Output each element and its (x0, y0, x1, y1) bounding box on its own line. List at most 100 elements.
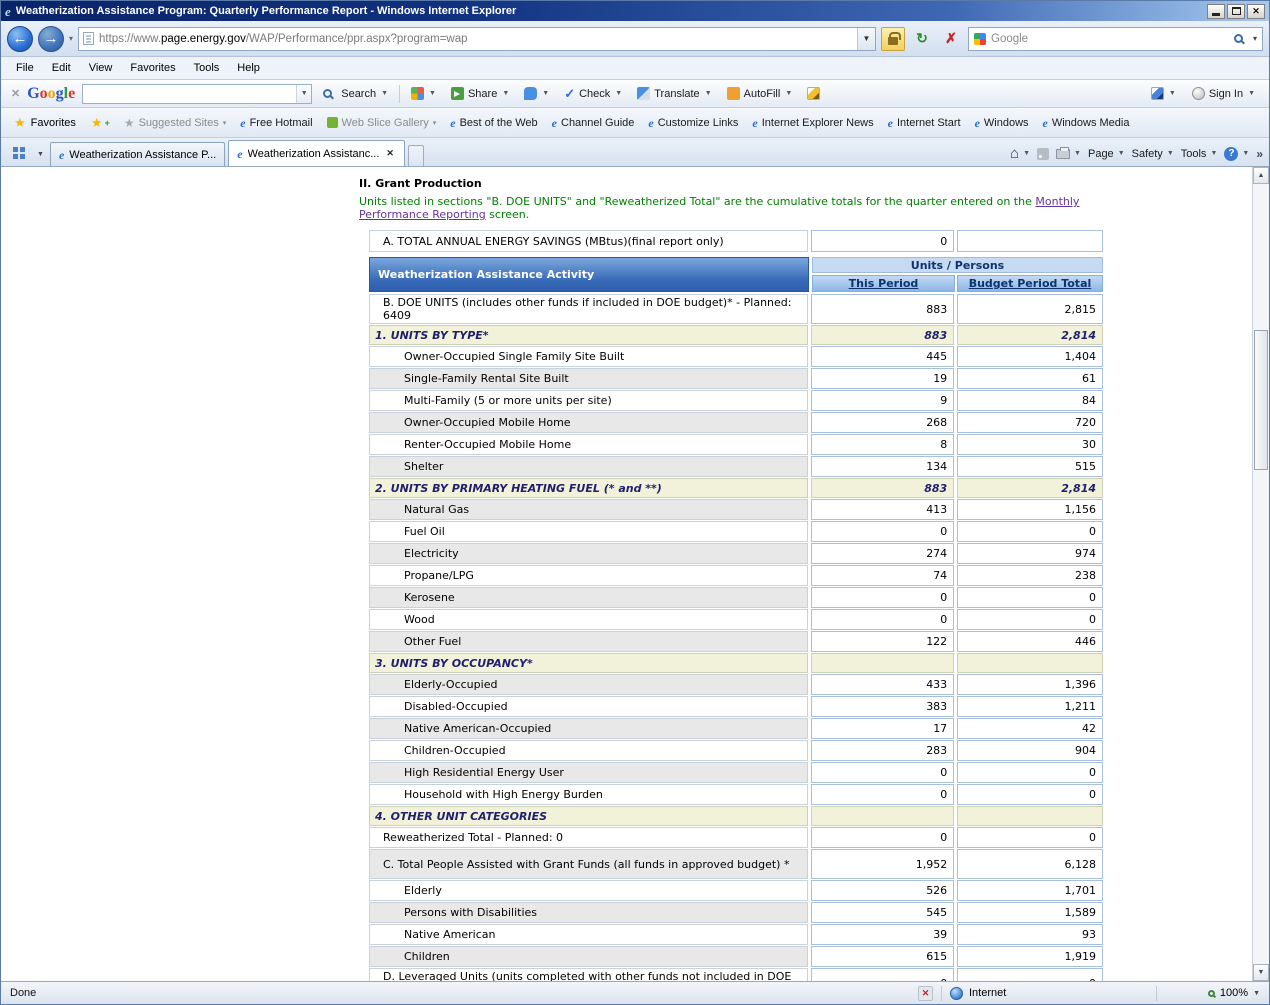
print-button[interactable]: ▼ (1056, 149, 1081, 159)
row-budget-total-value[interactable]: 6,128 (957, 849, 1103, 879)
row-this-period-value[interactable]: 268 (811, 412, 954, 433)
row-this-period-value[interactable]: 0 (811, 521, 954, 542)
favorites-item-web-slice-gallery[interactable]: Web Slice Gallery▾ (321, 113, 443, 133)
favorites-item-windows[interactable]: eWindows (969, 113, 1035, 133)
row-budget-total-value[interactable]: 1,919 (957, 946, 1103, 967)
back-button[interactable]: ← (7, 26, 33, 52)
row-budget-total-value[interactable]: 904 (957, 740, 1103, 761)
home-button[interactable]: ⌂ ▼ (1010, 146, 1030, 161)
google-search-history-dropdown[interactable]: ▼ (296, 85, 311, 103)
favorites-item-internet-start[interactable]: eInternet Start (882, 113, 967, 133)
row-budget-total-value[interactable]: 0 (957, 968, 1103, 981)
favorites-item-free-hotmail[interactable]: eFree Hotmail (234, 113, 318, 133)
favorites-item-internet-explorer-news[interactable]: eInternet Explorer News (746, 113, 879, 133)
row-this-period-value[interactable]: 0 (811, 587, 954, 608)
search-input[interactable] (991, 33, 1229, 45)
google-logo[interactable]: Google (27, 86, 75, 102)
row-this-period-value[interactable]: 413 (811, 499, 954, 520)
row-budget-total-value[interactable]: 1,211 (957, 696, 1103, 717)
menu-file[interactable]: File (7, 59, 43, 77)
search-options-dropdown[interactable]: ▾ (1253, 34, 1257, 43)
row-this-period-value[interactable]: 134 (811, 456, 954, 477)
row-budget-total-value[interactable]: 1,156 (957, 499, 1103, 520)
toolbar-overflow-button[interactable]: » (1256, 147, 1263, 161)
favorites-item-suggested-sites[interactable]: Suggested Sites▾ (118, 113, 232, 133)
tools-menu-button[interactable]: Tools ▼ (1181, 148, 1218, 160)
energy-savings-budget-total-input[interactable] (957, 230, 1103, 252)
recent-pages-dropdown[interactable]: ▾ (69, 34, 73, 43)
row-budget-total-value[interactable]: 1,701 (957, 880, 1103, 901)
close-button[interactable]: ✕ (1247, 4, 1265, 19)
row-budget-total-value[interactable]: 974 (957, 543, 1103, 564)
spellcheck-button[interactable]: ✓ Check ▼ (560, 84, 626, 103)
translate-button[interactable]: Translate ▼ (633, 84, 715, 103)
tab-1[interactable]: eWeatherization Assistance P... (50, 142, 225, 166)
row-this-period-value[interactable]: 19 (811, 368, 954, 389)
scroll-up-button[interactable]: ▲ (1253, 167, 1269, 184)
toolbar-pen-button[interactable]: ▼ (1147, 84, 1180, 103)
row-budget-total-value[interactable]: 1,396 (957, 674, 1103, 695)
menu-help[interactable]: Help (228, 59, 269, 77)
row-budget-total-value[interactable]: 0 (957, 827, 1103, 848)
zoom-control[interactable]: 100% ▼ (1165, 987, 1260, 999)
row-budget-total-value[interactable]: 1,589 (957, 902, 1103, 923)
feeds-button[interactable] (1037, 148, 1049, 160)
row-this-period-value[interactable]: 445 (811, 346, 954, 367)
row-budget-total-value[interactable]: 1,404 (957, 346, 1103, 367)
autofill-button[interactable]: AutoFill ▼ (723, 84, 797, 103)
row-budget-total-value[interactable]: 0 (957, 587, 1103, 608)
row-this-period-value[interactable]: 0 (811, 827, 954, 848)
security-report-button[interactable] (881, 27, 905, 51)
close-tab-button[interactable]: ✕ (384, 147, 396, 160)
row-budget-total-value[interactable]: 515 (957, 456, 1103, 477)
row-budget-total-value[interactable]: 446 (957, 631, 1103, 652)
address-input[interactable]: https://www.page.energy.gov/WAP/Performa… (78, 27, 876, 51)
row-budget-total-value[interactable]: 0 (957, 609, 1103, 630)
menu-tools[interactable]: Tools (185, 59, 229, 77)
refresh-button[interactable]: ↻ (910, 27, 934, 51)
security-zone[interactable]: Internet (950, 987, 1060, 1000)
restore-button[interactable] (1227, 4, 1245, 19)
row-this-period-value[interactable]: 0 (811, 762, 954, 783)
row-this-period-value[interactable]: 274 (811, 543, 954, 564)
stop-button[interactable]: ✗ (939, 27, 963, 51)
favorites-item-channel-guide[interactable]: eChannel Guide (546, 113, 641, 133)
energy-savings-this-period-input[interactable]: 0 (811, 230, 954, 252)
row-this-period-value[interactable]: 526 (811, 880, 954, 901)
row-budget-total-value[interactable]: 2,815 (957, 294, 1103, 324)
row-this-period-value[interactable]: 383 (811, 696, 954, 717)
google-search-input[interactable] (83, 85, 296, 103)
row-this-period-value[interactable]: 283 (811, 740, 954, 761)
row-this-period-value[interactable]: 39 (811, 924, 954, 945)
row-budget-total-value[interactable]: 61 (957, 368, 1103, 389)
add-to-favorites-button[interactable]: ★ + (85, 112, 116, 133)
security-alert-icon[interactable]: ✕ (918, 986, 933, 1001)
row-this-period-value[interactable]: 0 (811, 784, 954, 805)
sidewiki-button[interactable]: ▼ (520, 84, 553, 103)
new-tab-stub[interactable] (408, 145, 424, 166)
row-this-period-value[interactable]: 0 (811, 968, 954, 981)
minimize-button[interactable] (1207, 4, 1225, 19)
scrollbar-thumb[interactable] (1254, 330, 1268, 470)
row-this-period-value[interactable]: 1,952 (811, 849, 954, 879)
page-menu-button[interactable]: Page ▼ (1088, 148, 1125, 160)
row-budget-total-value[interactable]: 84 (957, 390, 1103, 411)
row-this-period-value[interactable]: 17 (811, 718, 954, 739)
help-button[interactable]: ? ▼ (1224, 147, 1249, 161)
google-search-button[interactable]: Search ▼ (319, 85, 392, 103)
quick-tabs-button[interactable] (7, 142, 31, 164)
safety-menu-button[interactable]: Safety ▼ (1132, 148, 1174, 160)
sign-in-button[interactable]: Sign In ▼ (1188, 84, 1259, 103)
tab-2[interactable]: eWeatherization Assistanc...✕ (228, 140, 405, 166)
highlighter-button[interactable] (803, 84, 824, 103)
search-icon[interactable] (1234, 34, 1243, 43)
row-this-period-value[interactable]: 9 (811, 390, 954, 411)
row-budget-total-value[interactable]: 0 (957, 521, 1103, 542)
scroll-down-button[interactable]: ▼ (1253, 964, 1269, 981)
row-budget-total-value[interactable]: 720 (957, 412, 1103, 433)
row-budget-total-value[interactable]: 0 (957, 784, 1103, 805)
gadgets-button[interactable]: ▼ (407, 84, 440, 103)
row-this-period-value[interactable]: 883 (811, 294, 954, 324)
favorites-item-customize-links[interactable]: eCustomize Links (642, 113, 744, 133)
row-this-period-value[interactable]: 0 (811, 609, 954, 630)
